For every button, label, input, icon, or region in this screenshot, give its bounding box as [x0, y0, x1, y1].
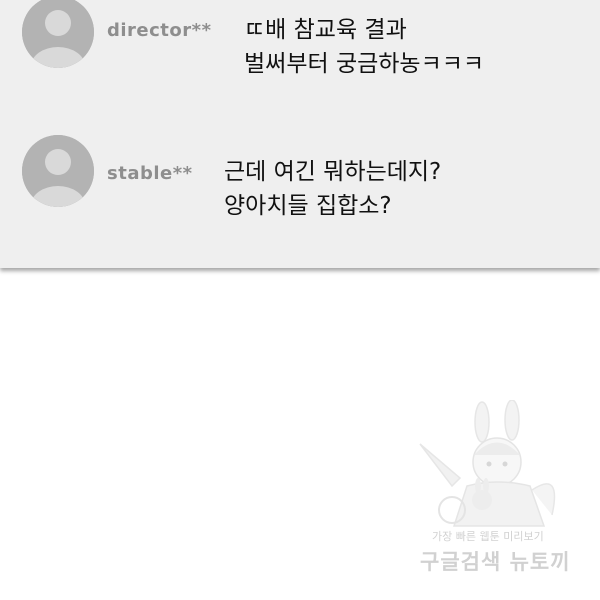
- comment-username[interactable]: stable**: [107, 163, 193, 184]
- watermark-brand: 구글검색 뉴토끼: [420, 550, 571, 574]
- comment-line: 벌써부터 궁금하농ㅋㅋㅋ: [244, 51, 485, 77]
- watermark-tagline: 가장 빠른 웹툰 미리보기: [432, 530, 544, 543]
- watermark: 가장 빠른 웹툰 미리보기 구글검색 뉴토끼: [412, 400, 592, 590]
- comment-line: 근데 여긴 뭐하는데지?: [224, 159, 442, 185]
- comment-username[interactable]: director**: [107, 20, 211, 41]
- page: director** ㄸ배 참교육 결과 벌써부터 궁금하농ㅋㅋㅋ stable…: [0, 0, 600, 600]
- default-avatar-icon[interactable]: [22, 0, 94, 68]
- comment-text: 근데 여긴 뭐하는데지? 양아치들 집합소?: [224, 155, 564, 223]
- comment-line: 양아치들 집합소?: [224, 193, 392, 219]
- comment-text: ㄸ배 참교육 결과 벌써부터 궁금하농ㅋㅋㅋ: [244, 13, 584, 81]
- comment-panel: director** ㄸ배 참교육 결과 벌써부터 궁금하농ㅋㅋㅋ stable…: [0, 0, 600, 268]
- comment-line: ㄸ배 참교육 결과: [244, 17, 407, 43]
- bunny-girl-mascot-icon: [419, 400, 556, 527]
- default-avatar-icon[interactable]: [22, 135, 94, 207]
